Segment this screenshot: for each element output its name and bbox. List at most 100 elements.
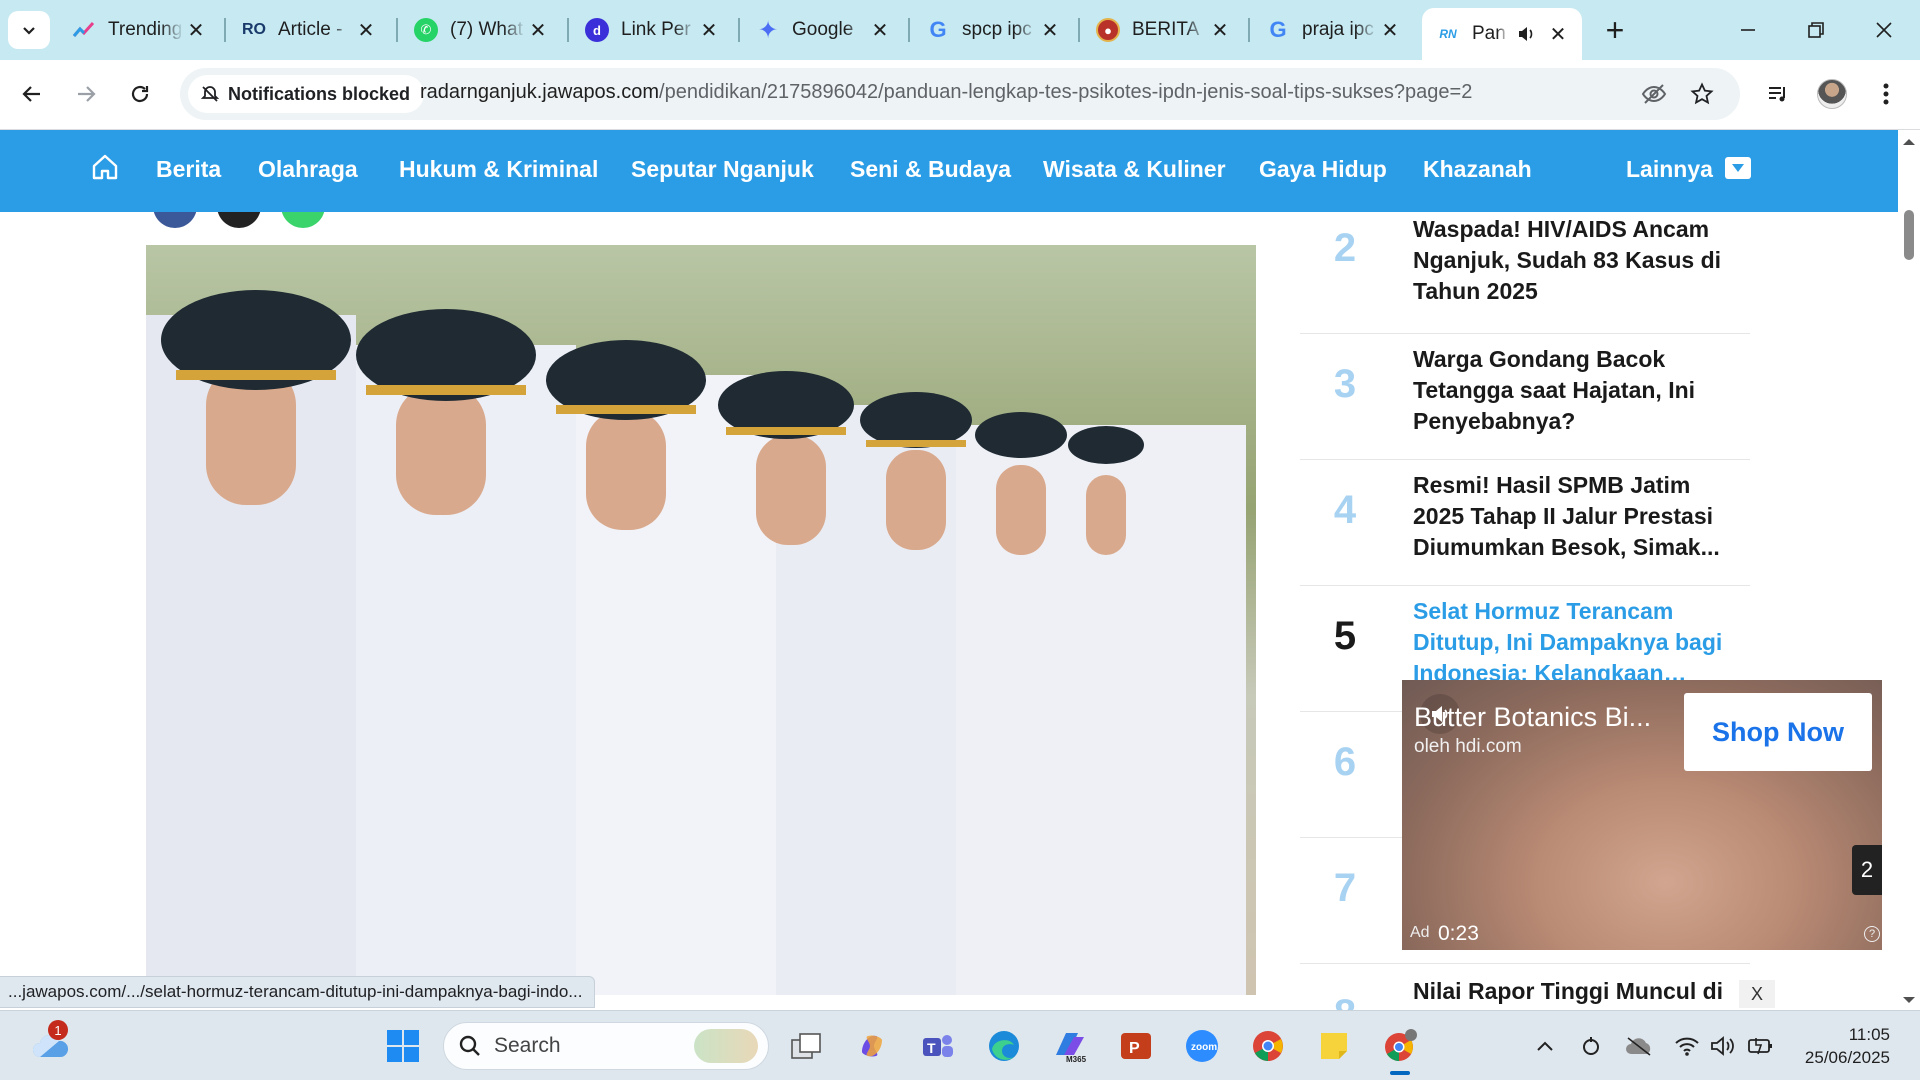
- list-item[interactable]: 8 Nilai Rapor Tinggi Muncul di: [1300, 964, 1750, 1010]
- chrome-profile-icon[interactable]: [1380, 1026, 1420, 1066]
- edge-icon[interactable]: [984, 1026, 1024, 1066]
- battery-icon[interactable]: [1741, 1026, 1781, 1066]
- tracking-protection-icon[interactable]: [1640, 80, 1668, 108]
- tab-google-spcp[interactable]: G spcp ipc ✕: [912, 8, 1072, 52]
- ad-headline[interactable]: Butter Botanics Bi...: [1414, 702, 1651, 733]
- chrome-icon[interactable]: [1248, 1026, 1288, 1066]
- close-icon[interactable]: ✕: [354, 18, 378, 42]
- scrollbar-thumb[interactable]: [1904, 210, 1914, 260]
- reload-button[interactable]: [120, 74, 160, 114]
- back-button[interactable]: [12, 74, 52, 114]
- powerpoint-icon[interactable]: P: [1116, 1026, 1156, 1066]
- restore-button[interactable]: [1794, 10, 1838, 50]
- tab-trending[interactable]: Trending ✕: [58, 8, 218, 52]
- link-d-icon: d: [585, 18, 609, 42]
- profile-avatar[interactable]: [1812, 74, 1852, 114]
- tab-active-panduan[interactable]: RN Pan ✕: [1422, 8, 1582, 60]
- zoom-icon[interactable]: zoom: [1182, 1026, 1222, 1066]
- nav-item-berita[interactable]: Berita: [156, 156, 221, 183]
- new-tab-button[interactable]: +: [1597, 12, 1633, 48]
- x-share-icon[interactable]: [217, 212, 261, 228]
- arrow-left-icon: [22, 86, 40, 102]
- close-window-button[interactable]: [1862, 10, 1906, 50]
- nav-item-olahraga[interactable]: Olahraga: [258, 156, 358, 183]
- close-icon[interactable]: ✕: [1208, 18, 1232, 42]
- chevron-up-icon[interactable]: [1525, 1026, 1565, 1066]
- task-view-icon[interactable]: [786, 1026, 826, 1066]
- nav-item-hukum-kriminal[interactable]: Hukum & Kriminal: [399, 156, 598, 183]
- tab-berita[interactable]: ● BERITA ✕: [1082, 8, 1242, 52]
- close-icon[interactable]: ✕: [1378, 18, 1402, 42]
- volume-icon[interactable]: [1703, 1026, 1743, 1066]
- close-icon[interactable]: ✕: [697, 18, 721, 42]
- ad-close-button[interactable]: X: [1739, 980, 1775, 1008]
- menu-button[interactable]: [1866, 74, 1906, 114]
- home-icon[interactable]: [90, 152, 120, 187]
- article-link[interactable]: Nilai Rapor Tinggi Muncul di: [1413, 976, 1733, 1007]
- taskbar-search[interactable]: Search: [443, 1022, 769, 1070]
- article-link[interactable]: Resmi! Hasil SPMB Jatim 2025 Tahap II Ja…: [1413, 470, 1733, 563]
- notification-badge: 1: [48, 1020, 68, 1040]
- close-icon[interactable]: ✕: [1546, 22, 1570, 46]
- facebook-share-icon[interactable]: [153, 212, 197, 228]
- url-text[interactable]: radarnganjuk.jawapos.com/pendidikan/2175…: [420, 81, 1472, 104]
- onedrive-icon[interactable]: [1619, 1026, 1659, 1066]
- article-link[interactable]: Waspada! HIV/AIDS Ancam Nganjuk, Sudah 8…: [1413, 214, 1733, 307]
- whatsapp-share-icon[interactable]: [281, 212, 325, 228]
- sticky-notes-icon[interactable]: [1314, 1026, 1354, 1066]
- forward-button[interactable]: [66, 74, 106, 114]
- copilot-icon[interactable]: [852, 1026, 892, 1066]
- start-button[interactable]: [383, 1026, 423, 1066]
- close-icon[interactable]: ✕: [526, 18, 550, 42]
- nav-item-seputar-nganjuk[interactable]: Seputar Nganjuk: [631, 156, 814, 183]
- close-icon[interactable]: ✕: [184, 18, 208, 42]
- close-icon[interactable]: ✕: [1038, 18, 1062, 42]
- chevron-down-icon: [23, 27, 35, 35]
- nav-item-lainnya[interactable]: Lainnya: [1626, 156, 1713, 183]
- svg-text:P: P: [1129, 1040, 1140, 1057]
- teams-icon[interactable]: T: [918, 1026, 958, 1066]
- clock-time: 11:05: [1848, 1025, 1890, 1044]
- minimize-button[interactable]: [1726, 10, 1770, 50]
- tab-gemini[interactable]: ✦ Google ✕: [742, 8, 902, 52]
- article-link[interactable]: Selat Hormuz Terancam Ditutup, Ini Dampa…: [1413, 596, 1733, 689]
- tab-google-praja[interactable]: G praja ipc ✕: [1252, 8, 1412, 52]
- speaker-icon[interactable]: [1514, 22, 1538, 46]
- shop-now-button[interactable]: Shop Now: [1684, 693, 1872, 771]
- wifi-icon[interactable]: [1667, 1026, 1707, 1066]
- tab-article[interactable]: RO Article - ✕: [228, 8, 388, 52]
- page-scrollbar[interactable]: [1898, 130, 1920, 1010]
- tab-whatsapp[interactable]: ✆ (7) What ✕: [400, 8, 560, 52]
- m365-icon[interactable]: M365: [1050, 1026, 1090, 1066]
- tab-link[interactable]: d Link Per ✕: [571, 8, 731, 52]
- nav-item-gaya-hidup[interactable]: Gaya Hidup: [1259, 156, 1387, 183]
- help-icon[interactable]: ?: [1864, 926, 1880, 942]
- weather-widget[interactable]: 1: [28, 1020, 72, 1066]
- nav-item-khazanah[interactable]: Khazanah: [1423, 156, 1532, 183]
- tab-search-button[interactable]: [8, 11, 50, 49]
- video-ad[interactable]: Butter Botanics Bi... oleh hdi.com Shop …: [1402, 680, 1882, 950]
- tab-title: Pan: [1472, 23, 1506, 44]
- scroll-up-arrow-icon[interactable]: [1898, 134, 1920, 150]
- list-item[interactable]: 3 Warga Gondang Bacok Tetangga saat Haja…: [1300, 334, 1750, 460]
- list-item[interactable]: 4 Resmi! Hasil SPMB Jatim 2025 Tahap II …: [1300, 460, 1750, 586]
- nav-item-wisata-kuliner[interactable]: Wisata & Kuliner: [1043, 156, 1226, 183]
- nav-item-seni-budaya[interactable]: Seni & Budaya: [850, 156, 1011, 183]
- system-clock[interactable]: 11:05 25/06/2025: [1790, 1023, 1890, 1069]
- address-bar[interactable]: Notifications blocked radarnganjuk.jawap…: [180, 68, 1740, 120]
- close-icon[interactable]: ✕: [868, 18, 892, 42]
- gemini-icon: ✦: [757, 16, 779, 44]
- playlist-music-icon: [1769, 87, 1785, 102]
- rank-number: 5: [1333, 614, 1357, 658]
- list-item[interactable]: 2 Waspada! HIV/AIDS Ancam Nganjuk, Sudah…: [1300, 212, 1750, 334]
- media-controls-button[interactable]: [1758, 74, 1798, 114]
- notifications-blocked-chip[interactable]: Notifications blocked: [188, 75, 425, 113]
- article-link[interactable]: Warga Gondang Bacok Tetangga saat Hajata…: [1413, 344, 1733, 437]
- caret-down-icon[interactable]: [1725, 157, 1751, 179]
- bell-off-icon: [200, 86, 220, 102]
- tab-title: (7) What: [450, 19, 523, 40]
- sync-icon[interactable]: [1571, 1026, 1611, 1066]
- scroll-down-arrow-icon[interactable]: [1898, 992, 1920, 1008]
- bookmark-star-icon[interactable]: [1688, 80, 1716, 108]
- tab-title: praja ipc: [1302, 19, 1374, 40]
